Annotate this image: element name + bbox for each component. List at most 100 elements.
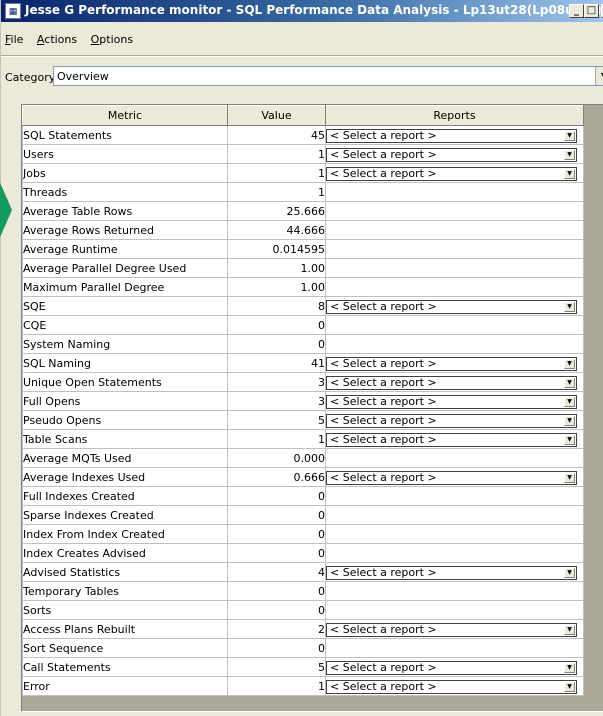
menu-options-label: ptions <box>99 33 134 46</box>
chevron-down-icon[interactable]: ▼ <box>564 415 575 426</box>
table-row[interactable]: Advised Statistics 4 < Select a report > ▼ <box>22 562 584 582</box>
value-cell: 0 <box>227 524 326 544</box>
report-cell <box>325 543 584 563</box>
table-row[interactable]: Average Rows Returned 44.666 <box>22 220 584 240</box>
chevron-down-icon[interactable]: ▼ <box>564 567 575 578</box>
menu-actions[interactable]: Actions <box>37 33 77 46</box>
menu-file-label: ile <box>10 33 24 46</box>
report-select[interactable]: < Select a report > ▼ <box>326 394 577 409</box>
report-select[interactable]: < Select a report > ▼ <box>326 413 577 428</box>
table-row[interactable]: Maximum Parallel Degree 1.00 <box>22 277 584 297</box>
chevron-down-icon[interactable]: ▼ <box>564 301 575 312</box>
report-cell: < Select a report > ▼ <box>325 144 584 164</box>
table-row[interactable]: SQL Statements 45 < Select a report > ▼ <box>22 125 584 145</box>
chevron-down-icon[interactable]: ▼ <box>564 662 575 673</box>
value-cell: 0.000 <box>227 448 326 468</box>
report-select[interactable]: < Select a report > ▼ <box>326 356 577 371</box>
table-row[interactable]: Average Parallel Degree Used 1.00 <box>22 258 584 278</box>
metric-cell: Users <box>22 144 228 164</box>
column-header-value[interactable]: Value <box>227 105 326 126</box>
value-cell: 1 <box>227 182 326 202</box>
table-row[interactable]: System Naming 0 <box>22 334 584 354</box>
chevron-down-icon[interactable]: ▼ <box>564 434 575 445</box>
report-select-value: < Select a report > <box>330 147 437 161</box>
metrics-grid[interactable]: Metric Value Reports SQL Statements 45 < S… <box>21 104 603 712</box>
value-cell: 1 <box>227 429 326 449</box>
menu-options[interactable]: Options <box>91 33 133 46</box>
report-select[interactable]: < Select a report > ▼ <box>326 299 577 314</box>
table-row[interactable]: SQE 8 < Select a report > ▼ <box>22 296 584 316</box>
table-row[interactable]: Average MQTs Used 0.000 <box>22 448 584 468</box>
report-select-value: < Select a report > <box>330 356 437 370</box>
app-icon[interactable]: ▦ <box>5 3 21 19</box>
report-select[interactable]: < Select a report > ▼ <box>326 622 577 637</box>
table-row[interactable]: Index From Index Created 0 <box>22 524 584 544</box>
report-select[interactable]: < Select a report > ▼ <box>326 128 577 143</box>
menu-file[interactable]: File <box>5 33 23 46</box>
metric-cell: Pseudo Opens <box>22 410 228 430</box>
table-row[interactable]: Access Plans Rebuilt 2 < Select a report >… <box>22 619 584 639</box>
report-select-value: < Select a report > <box>330 394 437 408</box>
report-select[interactable]: < Select a report > ▼ <box>326 166 577 181</box>
table-row[interactable]: Sparse Indexes Created 0 <box>22 505 584 525</box>
metric-cell: Unique Open Statements <box>22 372 228 392</box>
category-select[interactable]: Overview ▼ <box>53 66 603 86</box>
report-select[interactable]: < Select a report > ▼ <box>326 147 577 162</box>
report-select[interactable]: < Select a report > ▼ <box>326 432 577 447</box>
maximize-button[interactable]: □ <box>584 4 599 18</box>
table-row[interactable]: Call Statements 5 < Select a report > ▼ <box>22 657 584 677</box>
table-row[interactable]: Index Creates Advised 0 <box>22 543 584 563</box>
value-cell: 0 <box>227 581 326 601</box>
title-bar[interactable]: ▦ Jesse G Performance monitor - SQL Perf… <box>1 0 603 22</box>
minimize-button[interactable]: _ <box>569 4 584 18</box>
report-cell <box>325 334 584 354</box>
report-cell <box>325 201 584 221</box>
chevron-down-icon[interactable]: ▼ <box>564 168 575 179</box>
metric-cell: Temporary Tables <box>22 581 228 601</box>
table-row[interactable]: Full Opens 3 < Select a report > ▼ <box>22 391 584 411</box>
report-cell: < Select a report > ▼ <box>325 429 584 449</box>
table-row[interactable]: SQL Naming 41 < Select a report > ▼ <box>22 353 584 373</box>
value-cell: 0 <box>227 334 326 354</box>
value-cell: 41 <box>227 353 326 373</box>
report-select[interactable]: < Select a report > ▼ <box>326 375 577 390</box>
report-select[interactable]: < Select a report > ▼ <box>326 565 577 580</box>
table-row[interactable]: Temporary Tables 0 <box>22 581 584 601</box>
table-row[interactable]: Full Indexes Created 0 <box>22 486 584 506</box>
table-row[interactable]: Pseudo Opens 5 < Select a report > ▼ <box>22 410 584 430</box>
column-header-metric[interactable]: Metric <box>22 105 228 126</box>
table-row[interactable]: Jobs 1 < Select a report > ▼ <box>22 163 584 183</box>
report-select[interactable]: < Select a report > ▼ <box>326 660 577 675</box>
table-row[interactable]: Sort Sequence 0 <box>22 638 584 658</box>
report-select[interactable]: < Select a report > ▼ <box>326 470 577 485</box>
chevron-down-icon[interactable]: ▼ <box>564 149 575 160</box>
chevron-down-icon[interactable]: ▼ <box>564 396 575 407</box>
column-header-reports[interactable]: Reports <box>325 105 584 126</box>
value-cell: 0 <box>227 315 326 335</box>
metric-cell: Average Parallel Degree Used <box>22 258 228 278</box>
report-cell <box>325 315 584 335</box>
table-row[interactable]: Unique Open Statements 3 < Select a report… <box>22 372 584 392</box>
chevron-down-icon[interactable]: ▼ <box>564 377 575 388</box>
chevron-down-icon[interactable]: ▼ <box>564 472 575 483</box>
report-select-value: < Select a report > <box>330 166 437 180</box>
metric-cell: Advised Statistics <box>22 562 228 582</box>
table-row[interactable]: Average Indexes Used 0.666 < Select a repo… <box>22 467 584 487</box>
table-row[interactable]: Sorts 0 <box>22 600 584 620</box>
table-row[interactable]: Error 1 < Select a report > ▼ <box>22 676 584 696</box>
table-row[interactable]: Threads 1 <box>22 182 584 202</box>
menu-options-accel: O <box>90 33 100 46</box>
report-select[interactable]: < Select a report > ▼ <box>326 679 577 694</box>
chevron-down-icon[interactable]: ▼ <box>564 358 575 369</box>
metric-cell: SQE <box>22 296 228 316</box>
value-cell: 8 <box>227 296 326 316</box>
table-row[interactable]: Table Scans 1 < Select a report > ▼ <box>22 429 584 449</box>
chevron-down-icon[interactable]: ▼ <box>564 681 575 692</box>
chevron-down-icon[interactable]: ▼ <box>564 624 575 635</box>
chevron-down-icon[interactable]: ▼ <box>564 130 575 141</box>
table-row[interactable]: CQE 0 <box>22 315 584 335</box>
table-row[interactable]: Average Table Rows 25.666 <box>22 201 584 221</box>
chevron-down-icon[interactable]: ▼ <box>595 67 603 85</box>
table-row[interactable]: Average Runtime 0.014595 <box>22 239 584 259</box>
table-row[interactable]: Users 1 < Select a report > ▼ <box>22 144 584 164</box>
